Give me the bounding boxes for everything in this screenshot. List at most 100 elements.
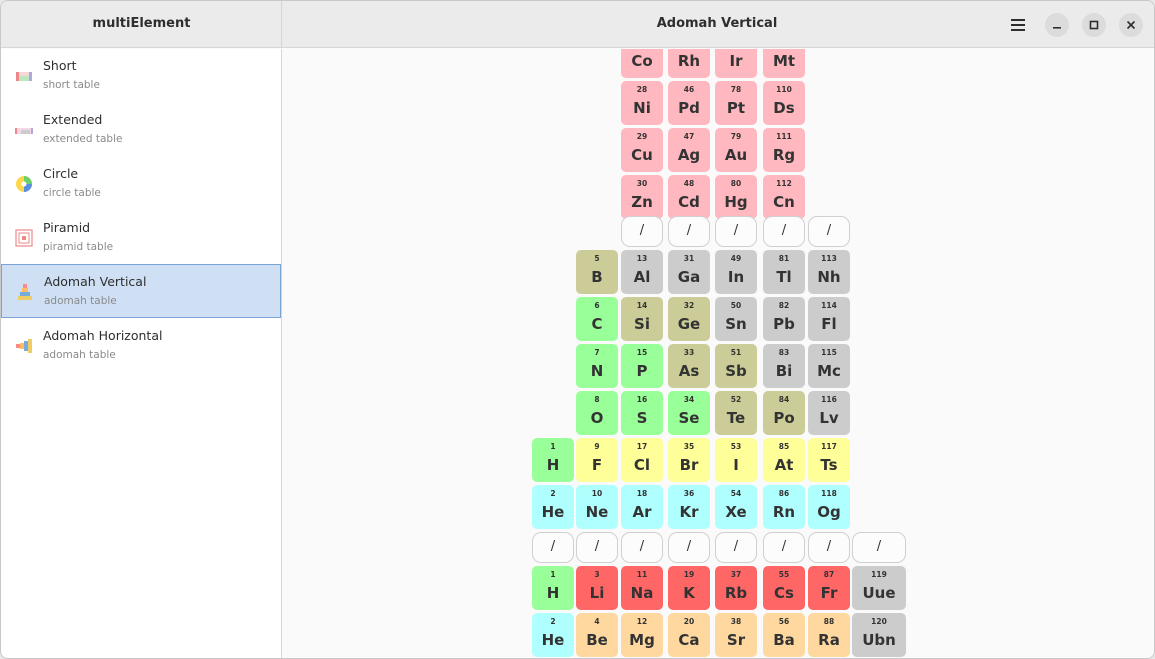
element-cell[interactable]: 30 Zn bbox=[621, 175, 663, 219]
element-cell[interactable]: 53 I bbox=[715, 438, 757, 482]
element-cell[interactable]: 14 Si bbox=[621, 297, 663, 341]
element-cell[interactable]: 18 Ar bbox=[621, 485, 663, 529]
sidebar-item-circle[interactable]: Circle circle table bbox=[1, 157, 281, 211]
atomic-number: 38 bbox=[730, 617, 742, 626]
sidebar-item-piramid[interactable]: Piramid piramid table bbox=[1, 211, 281, 265]
element-cell[interactable]: Rh bbox=[668, 49, 710, 78]
element-cell[interactable]: 80 Hg bbox=[715, 175, 757, 219]
separator-button[interactable]: / bbox=[808, 532, 850, 563]
close-button[interactable] bbox=[1119, 13, 1143, 37]
element-cell[interactable]: 50 Sn bbox=[715, 297, 757, 341]
separator-button[interactable]: / bbox=[763, 216, 805, 247]
element-cell[interactable]: 1H bbox=[532, 438, 574, 482]
element-cell[interactable]: 51 Sb bbox=[715, 344, 757, 388]
element-cell[interactable]: 47 Ag bbox=[668, 128, 710, 172]
element-cell[interactable]: 20 Ca bbox=[668, 613, 710, 657]
element-cell[interactable]: 10 Ne bbox=[576, 485, 618, 529]
element-cell[interactable]: 6C bbox=[576, 297, 618, 341]
element-cell[interactable]: 3 Li bbox=[576, 566, 618, 610]
separator-button[interactable]: / bbox=[668, 532, 710, 563]
element-cell[interactable]: 78 Pt bbox=[715, 81, 757, 125]
element-cell[interactable]: Ir bbox=[715, 49, 757, 78]
element-cell[interactable]: 54 Xe bbox=[715, 485, 757, 529]
element-cell[interactable]: 46 Pd bbox=[668, 81, 710, 125]
element-cell[interactable]: 83 Bi bbox=[763, 344, 805, 388]
element-cell[interactable]: 117 Ts bbox=[808, 438, 850, 482]
sidebar-item-label: Circle bbox=[43, 166, 79, 181]
element-cell[interactable]: 31 Ga bbox=[668, 250, 710, 294]
element-symbol: He bbox=[541, 631, 565, 649]
element-cell[interactable]: 110 Ds bbox=[763, 81, 805, 125]
separator-button[interactable]: / bbox=[621, 216, 663, 247]
element-cell[interactable]: 49 In bbox=[715, 250, 757, 294]
element-cell[interactable]: 111 Rg bbox=[763, 128, 805, 172]
element-cell[interactable]: 35 Br bbox=[668, 438, 710, 482]
element-cell[interactable]: 48 Cd bbox=[668, 175, 710, 219]
element-cell[interactable]: 85 At bbox=[763, 438, 805, 482]
element-cell[interactable]: 34 Se bbox=[668, 391, 710, 435]
element-cell[interactable]: 28 Ni bbox=[621, 81, 663, 125]
sidebar-item-short[interactable]: Short short table bbox=[1, 49, 281, 103]
element-cell[interactable]: 5B bbox=[576, 250, 618, 294]
atomic-number: 83 bbox=[778, 348, 790, 357]
element-cell[interactable]: Mt bbox=[763, 49, 805, 78]
element-cell[interactable]: 15 P bbox=[621, 344, 663, 388]
separator-button[interactable]: / bbox=[532, 532, 574, 563]
sidebar-item-adomah-horizontal[interactable]: Adomah Horizontal adomah table bbox=[1, 319, 281, 373]
element-cell[interactable]: 13 Al bbox=[621, 250, 663, 294]
element-cell[interactable]: 114 Fl bbox=[808, 297, 850, 341]
element-cell[interactable]: 7N bbox=[576, 344, 618, 388]
element-cell[interactable]: 52 Te bbox=[715, 391, 757, 435]
separator-button[interactable]: / bbox=[715, 532, 757, 563]
element-cell[interactable]: 2 He bbox=[532, 485, 574, 529]
element-cell[interactable]: 113 Nh bbox=[808, 250, 850, 294]
hamburger-menu-icon bbox=[1011, 19, 1025, 31]
element-cell[interactable]: 19 K bbox=[668, 566, 710, 610]
element-cell[interactable]: 82 Pb bbox=[763, 297, 805, 341]
element-cell[interactable]: 16 S bbox=[621, 391, 663, 435]
element-cell[interactable]: Co bbox=[621, 49, 663, 78]
element-cell[interactable]: 4 Be bbox=[576, 613, 618, 657]
element-cell[interactable]: 84 Po bbox=[763, 391, 805, 435]
element-cell[interactable]: 8O bbox=[576, 391, 618, 435]
element-cell[interactable]: 36 Kr bbox=[668, 485, 710, 529]
sidebar-item-extended[interactable]: Extended extended table bbox=[1, 103, 281, 157]
element-cell[interactable]: 79 Au bbox=[715, 128, 757, 172]
element-cell[interactable]: 115 Mc bbox=[808, 344, 850, 388]
element-cell[interactable]: 116 Lv bbox=[808, 391, 850, 435]
separator-button[interactable]: / bbox=[621, 532, 663, 563]
element-cell[interactable]: 29 Cu bbox=[621, 128, 663, 172]
separator-button[interactable]: / bbox=[763, 532, 805, 563]
element-cell[interactable]: 33 As bbox=[668, 344, 710, 388]
separator-button[interactable]: / bbox=[576, 532, 618, 563]
element-cell[interactable]: 87 Fr bbox=[808, 566, 850, 610]
element-cell[interactable]: 56 Ba bbox=[763, 613, 805, 657]
element-cell[interactable]: 55 Cs bbox=[763, 566, 805, 610]
element-cell[interactable]: 2 He bbox=[532, 613, 574, 657]
element-cell[interactable]: 12 Mg bbox=[621, 613, 663, 657]
element-cell[interactable]: 1H bbox=[532, 566, 574, 610]
element-cell[interactable]: 118 Og bbox=[808, 485, 850, 529]
element-cell[interactable]: 120 Ubn bbox=[852, 613, 906, 657]
sidebar-item-label: Piramid bbox=[43, 220, 91, 235]
element-cell[interactable]: 9F bbox=[576, 438, 618, 482]
element-cell[interactable]: 119 Uue bbox=[852, 566, 906, 610]
separator-button[interactable]: / bbox=[668, 216, 710, 247]
element-cell[interactable]: 88 Ra bbox=[808, 613, 850, 657]
element-cell[interactable]: 37 Rb bbox=[715, 566, 757, 610]
element-cell[interactable]: 32 Ge bbox=[668, 297, 710, 341]
minimize-button[interactable] bbox=[1045, 13, 1069, 37]
element-cell[interactable]: 38 Sr bbox=[715, 613, 757, 657]
separator-button[interactable]: / bbox=[808, 216, 850, 247]
sidebar-item-adomah-vertical[interactable]: Adomah Vertical adomah table bbox=[1, 264, 281, 318]
element-cell[interactable]: 17 Cl bbox=[621, 438, 663, 482]
element-cell[interactable]: 11 Na bbox=[621, 566, 663, 610]
element-cell[interactable]: 86 Rn bbox=[763, 485, 805, 529]
separator-button[interactable]: / bbox=[852, 532, 906, 563]
maximize-button[interactable] bbox=[1082, 13, 1106, 37]
element-symbol: Rb bbox=[724, 584, 748, 602]
main-menu-button[interactable] bbox=[1003, 12, 1033, 38]
element-cell[interactable]: 81 Tl bbox=[763, 250, 805, 294]
element-cell[interactable]: 112 Cn bbox=[763, 175, 805, 219]
separator-button[interactable]: / bbox=[715, 216, 757, 247]
